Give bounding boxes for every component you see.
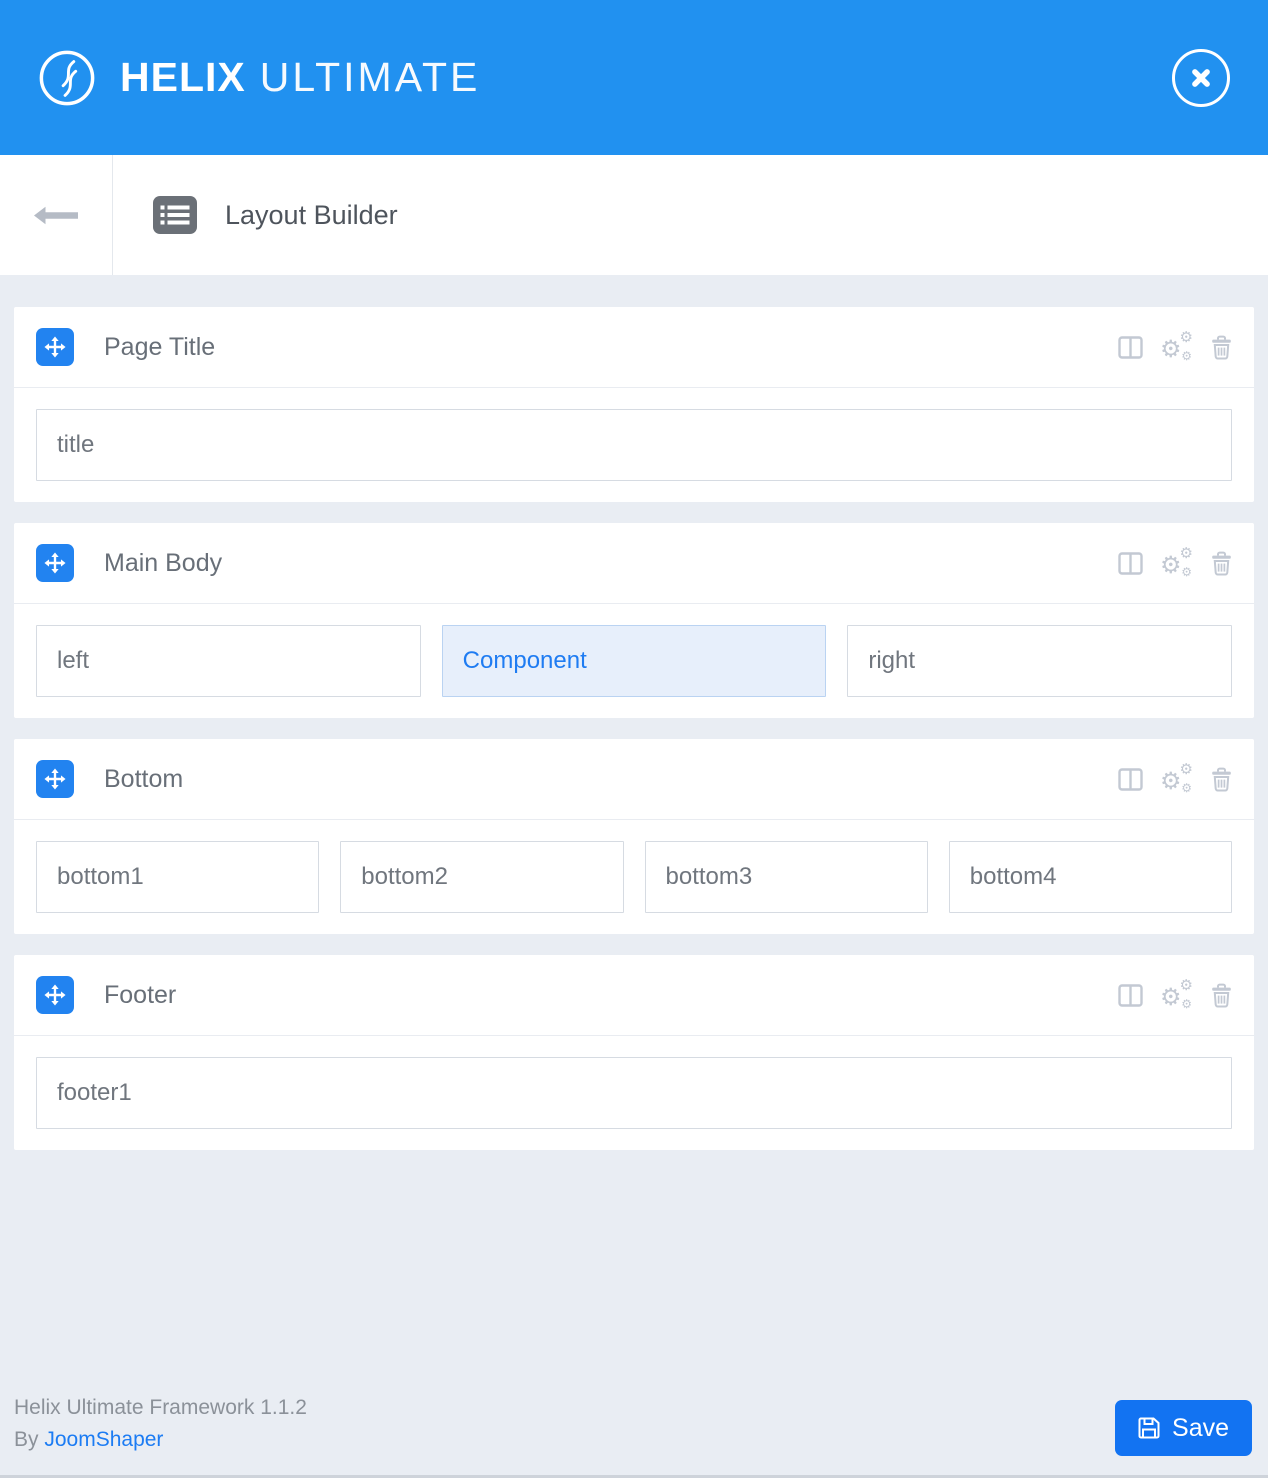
list-panel-icon: [153, 196, 197, 234]
section-row: left Component right: [14, 604, 1254, 718]
columns-icon: [1118, 767, 1143, 791]
columns-button[interactable]: [1118, 767, 1143, 791]
section-title: Main Body: [104, 548, 223, 577]
settings-button[interactable]: ⚙ ⚙ ⚙: [1160, 328, 1194, 363]
by-prefix: By: [14, 1428, 39, 1451]
column-box-title[interactable]: title: [36, 409, 1232, 481]
move-icon: [44, 552, 66, 574]
delete-button[interactable]: [1211, 335, 1232, 360]
settings-button[interactable]: ⚙ ⚙ ⚙: [1160, 760, 1194, 795]
page-title: Layout Builder: [113, 155, 398, 275]
settings-button[interactable]: ⚙ ⚙ ⚙: [1160, 976, 1194, 1011]
section-actions: ⚙ ⚙ ⚙: [1118, 760, 1232, 795]
trash-icon: [1211, 983, 1232, 1008]
section-actions: ⚙ ⚙ ⚙: [1118, 328, 1232, 363]
drag-handle[interactable]: [36, 976, 74, 1014]
column-box-bottom2[interactable]: bottom2: [340, 841, 624, 913]
framework-version: Helix Ultimate Framework 1.1.2: [14, 1396, 307, 1419]
app-header: HELIX ULTIMATE: [0, 0, 1268, 155]
close-button[interactable]: [1172, 48, 1230, 107]
close-icon: [1187, 64, 1215, 92]
brand-bold: HELIX: [120, 54, 246, 100]
section-card-page-title: Page Title ⚙ ⚙ ⚙ title: [14, 307, 1254, 502]
column-box-bottom4[interactable]: bottom4: [948, 841, 1232, 913]
column-box-bottom1[interactable]: bottom1: [36, 841, 320, 913]
trash-icon: [1211, 335, 1232, 360]
column-box-bottom3[interactable]: bottom3: [644, 841, 928, 913]
section-row: title: [14, 388, 1254, 502]
move-icon: [44, 336, 66, 358]
section-row: bottom1 bottom2 bottom3 bottom4: [14, 820, 1254, 934]
section-row: footer1: [14, 1036, 1254, 1150]
brand-light: ULTIMATE: [259, 54, 481, 100]
column-box-footer1[interactable]: footer1: [36, 1057, 1232, 1129]
joomshaper-link[interactable]: JoomShaper: [44, 1428, 163, 1451]
save-label: Save: [1172, 1413, 1229, 1442]
section-card-main-body: Main Body ⚙ ⚙ ⚙ left Component right: [14, 523, 1254, 718]
toolbar: Layout Builder: [0, 155, 1268, 275]
cogs-icon: ⚙ ⚙ ⚙: [1160, 544, 1193, 579]
settings-button[interactable]: ⚙ ⚙ ⚙: [1160, 544, 1194, 579]
framework-credits: Helix Ultimate Framework 1.1.2 By JoomSh…: [14, 1392, 307, 1456]
section-header: Main Body ⚙ ⚙ ⚙: [14, 523, 1254, 603]
move-icon: [44, 984, 66, 1006]
layout-builder: Page Title ⚙ ⚙ ⚙ title Main Body ⚙ ⚙ ⚙ l…: [0, 275, 1268, 1150]
section-header: Page Title ⚙ ⚙ ⚙: [14, 307, 1254, 387]
section-header: Footer ⚙ ⚙ ⚙: [14, 955, 1254, 1035]
move-icon: [44, 768, 66, 790]
section-actions: ⚙ ⚙ ⚙: [1118, 976, 1232, 1011]
section-card-bottom: Bottom ⚙ ⚙ ⚙ bottom1 bottom2 bottom3 bot…: [14, 739, 1254, 934]
drag-handle[interactable]: [36, 760, 74, 798]
section-title: Footer: [104, 980, 177, 1009]
trash-icon: [1211, 767, 1232, 792]
floppy-disk-icon: [1138, 1417, 1160, 1439]
columns-icon: [1118, 551, 1143, 575]
delete-button[interactable]: [1211, 983, 1232, 1008]
columns-icon: [1118, 335, 1143, 359]
columns-button[interactable]: [1118, 551, 1143, 575]
bottom-bar: Helix Ultimate Framework 1.1.2 By JoomSh…: [0, 1392, 1268, 1475]
brand-title: HELIX ULTIMATE: [120, 54, 480, 101]
helix-logo: [38, 49, 96, 107]
cogs-icon: ⚙ ⚙ ⚙: [1160, 976, 1193, 1011]
column-box-component[interactable]: Component: [441, 625, 827, 697]
cogs-icon: ⚙ ⚙ ⚙: [1160, 328, 1193, 363]
section-card-footer: Footer ⚙ ⚙ ⚙ footer1: [14, 955, 1254, 1150]
columns-button[interactable]: [1118, 335, 1143, 359]
columns-button[interactable]: [1118, 983, 1143, 1007]
page-title-text: Layout Builder: [225, 199, 398, 230]
column-box-left[interactable]: left: [36, 625, 421, 697]
delete-button[interactable]: [1211, 767, 1232, 792]
credits-line: By JoomShaper: [14, 1424, 307, 1456]
save-button[interactable]: Save: [1115, 1400, 1252, 1456]
section-actions: ⚙ ⚙ ⚙: [1118, 544, 1232, 579]
delete-button[interactable]: [1211, 551, 1232, 576]
section-title: Page Title: [104, 332, 216, 361]
trash-icon: [1211, 551, 1232, 576]
columns-icon: [1118, 983, 1143, 1007]
section-header: Bottom ⚙ ⚙ ⚙: [14, 739, 1254, 819]
cogs-icon: ⚙ ⚙ ⚙: [1160, 760, 1193, 795]
drag-handle[interactable]: [36, 544, 74, 582]
section-title: Bottom: [104, 764, 184, 793]
back-arrow-icon: [33, 206, 79, 225]
brand: HELIX ULTIMATE: [38, 49, 480, 107]
back-button[interactable]: [0, 155, 113, 275]
column-box-right[interactable]: right: [847, 625, 1233, 697]
drag-handle[interactable]: [36, 328, 74, 366]
